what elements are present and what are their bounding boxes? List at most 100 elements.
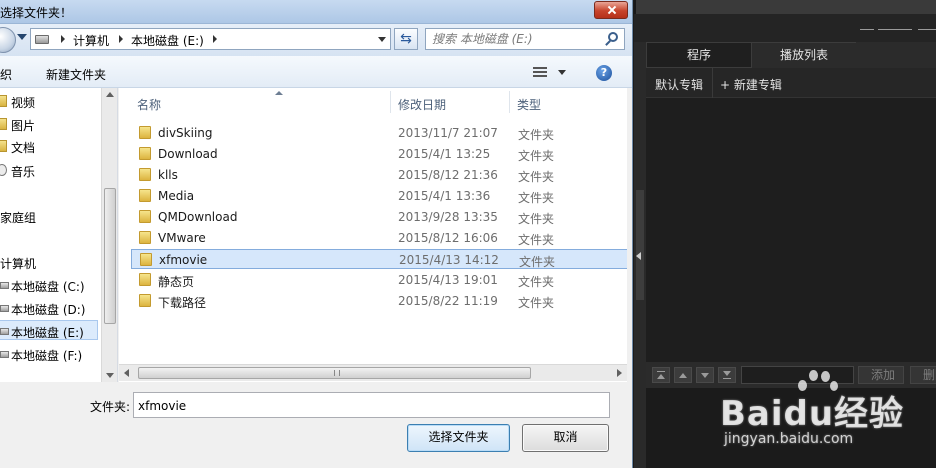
tab-playlist[interactable]: 播放列表 (752, 42, 856, 68)
folder-field[interactable] (133, 392, 610, 418)
organize-button[interactable]: 织 (0, 66, 12, 83)
file-row-selected[interactable]: xfmovie 2015/4/13 14:12 文件夹 (131, 249, 627, 269)
refresh-button[interactable]: ⇆ (394, 28, 418, 50)
app-toolbar (634, 14, 936, 42)
column-header-name[interactable]: 名称 (137, 88, 392, 116)
breadcrumb-arrow-icon[interactable] (213, 35, 217, 43)
file-modified: 2015/4/13 14:12 (399, 253, 499, 267)
file-name: 静态页 (158, 275, 195, 289)
side-collapse-strip[interactable] (634, 42, 646, 468)
collapse-arrow-icon[interactable] (636, 252, 641, 260)
file-row[interactable]: Download 2015/4/1 13:25 文件夹 (131, 144, 627, 164)
column-divider[interactable] (390, 91, 391, 113)
file-row[interactable]: 静态页 2015/4/13 19:01 文件夹 (131, 270, 627, 290)
file-row[interactable]: QMDownload 2013/9/28 13:35 文件夹 (131, 207, 627, 227)
nav-item-computer[interactable]: 计算机 (0, 252, 100, 272)
file-modified: 2015/4/1 13:25 (398, 147, 491, 161)
file-name: klls (158, 168, 178, 182)
file-name: QMDownload (158, 210, 238, 224)
video-library-icon (0, 95, 7, 107)
dialog-toolbar: 织 新建文件夹 ? (0, 56, 632, 88)
nav-scrollbar[interactable] (101, 88, 117, 382)
search-box[interactable] (425, 28, 625, 50)
nav-item-label: 图片 (11, 119, 36, 133)
drive-icon (35, 35, 49, 44)
address-bar[interactable]: 计算机 本地磁盘 (E:) (30, 28, 391, 50)
splitter-grip[interactable] (636, 190, 644, 300)
scroll-down-icon[interactable] (106, 373, 114, 378)
column-header-label: 名称 (137, 98, 162, 112)
tab-default-album[interactable]: 默认专辑 (655, 76, 703, 93)
nav-item-label: 本地磁盘 (D:) (11, 303, 86, 317)
tab-label: 播放列表 (779, 48, 828, 62)
move-down-button[interactable] (696, 367, 714, 383)
folder-icon (139, 231, 151, 244)
breadcrumb-drive-e[interactable]: 本地磁盘 (E:) (131, 32, 204, 49)
scroll-left-icon[interactable] (124, 369, 129, 377)
nav-item-label: 音乐 (11, 165, 36, 179)
search-input[interactable] (432, 31, 600, 47)
file-name: VMware (158, 231, 206, 245)
column-divider[interactable] (509, 91, 510, 113)
tab-program[interactable]: 程序 (646, 42, 752, 68)
nav-item-label: 计算机 (0, 257, 37, 271)
divider-line (860, 29, 874, 30)
folder-icon (139, 126, 151, 139)
breadcrumb-arrow-icon[interactable] (61, 35, 65, 43)
nav-item-label: 本地磁盘 (C:) (11, 280, 85, 294)
folder-picker-dialog: 选择文件夹！ 计算机 本地磁盘 (E:) ⇆ 织 新建文件夹 ? (0, 0, 633, 468)
file-row[interactable]: klls 2015/8/12 21:36 文件夹 (131, 165, 627, 185)
column-header-modified[interactable]: 修改日期 (398, 88, 508, 116)
nav-item-drive-d[interactable]: 本地磁盘 (D:) (0, 298, 100, 318)
history-dropdown-icon[interactable] (17, 34, 27, 40)
new-album-button[interactable]: + 新建专辑 (720, 76, 782, 93)
help-icon[interactable]: ? (596, 65, 612, 81)
scroll-thumb[interactable] (138, 367, 531, 379)
folder-name-input[interactable] (138, 398, 598, 414)
nav-item-drive-e[interactable]: 本地磁盘 (E:) (0, 320, 98, 340)
file-type: 文件夹 (518, 296, 555, 310)
search-icon[interactable] (608, 32, 618, 42)
nav-item-music[interactable]: 音乐 (0, 160, 100, 180)
move-top-button[interactable] (652, 367, 670, 383)
playlist-content[interactable] (646, 98, 936, 362)
breadcrumb-arrow-icon[interactable] (119, 35, 123, 43)
file-row[interactable]: divSkiing 2013/11/7 21:07 文件夹 (131, 123, 627, 143)
back-button[interactable] (0, 27, 16, 53)
folder-icon (139, 210, 151, 223)
nav-item-drive-f[interactable]: 本地磁盘 (F:) (0, 344, 100, 364)
file-row[interactable]: VMware 2015/8/12 16:06 文件夹 (131, 228, 627, 248)
view-options-icon[interactable] (533, 67, 547, 78)
folder-icon (139, 273, 151, 286)
scroll-right-icon[interactable] (617, 369, 622, 377)
close-button[interactable] (594, 1, 628, 19)
move-up-button[interactable] (674, 367, 692, 383)
grip-icon (334, 370, 340, 376)
picture-library-icon (0, 118, 7, 130)
nav-item-pictures[interactable]: 图片 (0, 114, 100, 134)
breadcrumb-computer[interactable]: 计算机 (73, 32, 109, 49)
address-row: 计算机 本地磁盘 (E:) ⇆ (0, 24, 632, 56)
file-row[interactable]: Media 2015/4/1 13:36 文件夹 (131, 186, 627, 206)
horizontal-scrollbar[interactable] (119, 364, 627, 381)
divider-line (918, 29, 936, 30)
address-dropdown-icon[interactable] (378, 37, 386, 42)
column-header-type[interactable]: 类型 (517, 88, 597, 116)
scroll-up-icon[interactable] (106, 92, 114, 97)
nav-item-homegroup[interactable]: 家庭组 (0, 206, 100, 226)
cancel-button[interactable]: 取消 (522, 424, 609, 452)
nav-item-drive-c[interactable]: 本地磁盘 (C:) (0, 275, 100, 295)
view-dropdown-icon[interactable] (558, 70, 566, 75)
sort-ascending-icon (275, 91, 283, 95)
dialog-titlebar[interactable]: 选择文件夹！ (0, 0, 632, 24)
nav-item-videos[interactable]: 视频 (0, 91, 100, 111)
new-folder-button[interactable]: 新建文件夹 (46, 66, 106, 83)
drive-icon (0, 305, 9, 312)
select-folder-button[interactable]: 选择文件夹 (407, 424, 510, 452)
scroll-thumb[interactable] (104, 188, 116, 324)
column-header-label: 类型 (517, 98, 542, 112)
file-modified: 2015/8/12 16:06 (398, 231, 498, 245)
file-row[interactable]: 下载路径 2015/8/22 11:19 文件夹 (131, 291, 627, 311)
folder-icon (139, 168, 151, 181)
nav-item-documents[interactable]: 文档 (0, 136, 100, 156)
